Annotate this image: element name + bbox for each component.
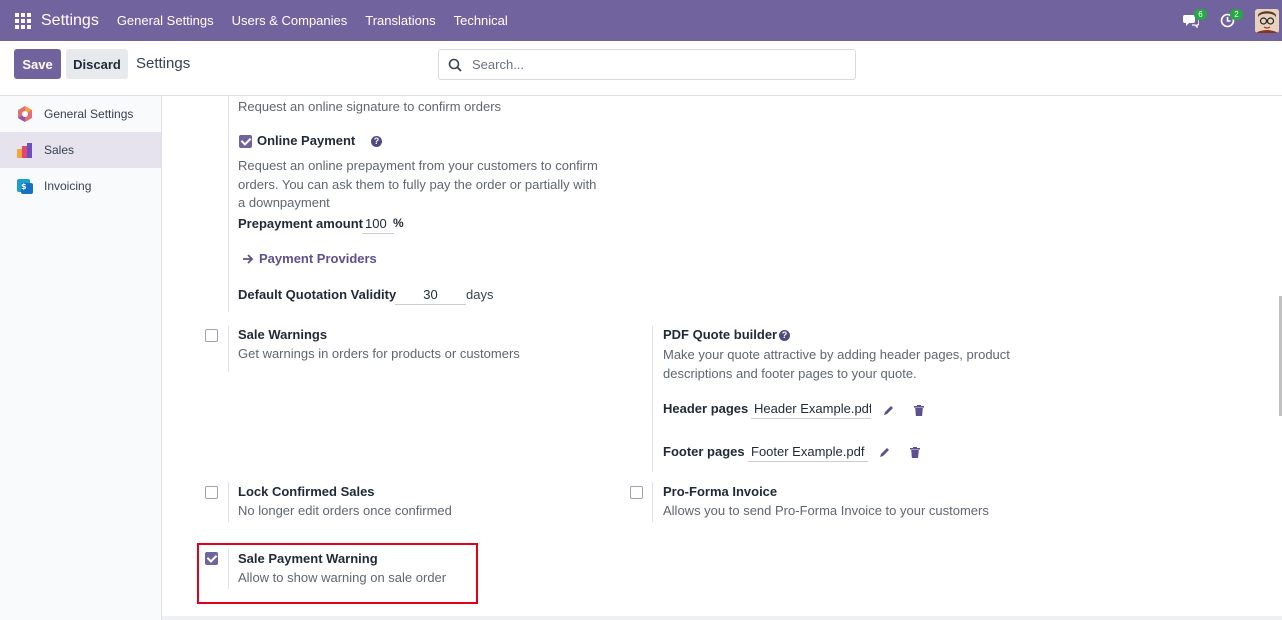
lock-confirmed-sales-label: Lock Confirmed Sales — [238, 484, 375, 499]
payment-providers-link[interactable]: Payment Providers — [259, 250, 377, 268]
pro-forma-invoice-checkbox[interactable] — [630, 486, 643, 499]
search-input[interactable] — [472, 57, 832, 72]
menu-translations[interactable]: Translations — [365, 13, 435, 28]
search-icon — [448, 58, 462, 72]
lock-confirmed-sales-description: No longer edit orders once confirmed — [238, 503, 452, 518]
signature-description: Request an online signature to confirm o… — [238, 99, 502, 114]
setting-divider — [652, 326, 653, 472]
settings-sidebar: General Settings Sales $ Invoicing — [0, 96, 162, 620]
content-bottom-edge — [162, 616, 1282, 620]
sale-warnings-checkbox[interactable] — [205, 329, 218, 342]
quotation-validity-unit: days — [466, 287, 494, 302]
search-box[interactable] — [438, 49, 856, 80]
sale-payment-warning-description: Allow to show warning on sale order — [238, 570, 447, 585]
messages-button[interactable]: 6 — [1173, 0, 1209, 41]
online-payment-desc-line: Request an online prepayment from your c… — [238, 158, 598, 173]
edit-footer-pencil-icon[interactable] — [877, 445, 891, 459]
arrow-right-icon — [242, 253, 254, 265]
discard-button[interactable]: Discard — [66, 49, 128, 79]
footer-pages-file-field[interactable]: Footer Example.pdf — [748, 443, 868, 462]
menu-general-settings[interactable]: General Settings — [117, 13, 214, 28]
messages-count-badge: 6 — [1194, 9, 1207, 20]
sidebar-item-label: General Settings — [44, 107, 134, 121]
online-payment-label: Online Payment — [257, 133, 356, 148]
sidebar-item-invoicing[interactable]: $ Invoicing — [0, 168, 161, 204]
setting-divider — [228, 96, 229, 312]
top-navbar: Settings General Settings Users & Compan… — [0, 0, 1282, 41]
app-brand[interactable]: Settings — [41, 12, 99, 30]
quotation-validity-label: Default Quotation Validity — [238, 287, 397, 302]
control-panel: Save Discard Settings — [0, 41, 1282, 96]
delete-header-trash-icon[interactable] — [912, 403, 926, 417]
sidebar-item-sales[interactable]: Sales — [0, 132, 161, 168]
settings-content: Request an online signature to confirm o… — [162, 96, 1282, 620]
activities-count-badge: 2 — [1230, 9, 1243, 20]
odoo-logo-icon — [18, 106, 32, 122]
activities-button[interactable]: 2 — [1209, 0, 1245, 41]
header-pages-file-field[interactable]: Header Example.pdf — [751, 400, 871, 419]
setting-divider — [228, 326, 229, 372]
invoicing-icon: $ — [17, 179, 33, 194]
sidebar-item-label: Sales — [44, 143, 75, 157]
page-title: Settings — [136, 55, 191, 72]
avatar-face-icon — [1255, 8, 1279, 33]
help-icon[interactable]: ? — [371, 136, 382, 147]
pdf-quote-desc-line: descriptions and footer pages to your qu… — [663, 366, 917, 381]
prepayment-amount-input[interactable]: 100 — [362, 215, 394, 234]
user-avatar[interactable] — [1255, 8, 1279, 33]
pro-forma-invoice-description: Allows you to send Pro-Forma Invoice to … — [663, 503, 989, 518]
lock-confirmed-sales-checkbox[interactable] — [205, 486, 218, 499]
online-payment-checkbox[interactable] — [239, 135, 252, 148]
edit-header-pencil-icon[interactable] — [881, 403, 895, 417]
sale-payment-warning-checkbox[interactable] — [205, 552, 218, 565]
sales-chart-icon — [17, 143, 32, 158]
menu-technical[interactable]: Technical — [454, 13, 508, 28]
pro-forma-invoice-label: Pro-Forma Invoice — [663, 484, 778, 499]
sale-warnings-label: Sale Warnings — [238, 327, 328, 342]
pdf-quote-desc-line: Make your quote attractive by adding hea… — [663, 347, 1010, 362]
apps-menu-icon[interactable] — [15, 12, 31, 29]
prepayment-amount-label: Prepayment amount — [238, 216, 363, 231]
footer-pages-label: Footer pages — [663, 444, 745, 459]
sale-warnings-description: Get warnings in orders for products or c… — [238, 346, 520, 361]
header-pages-label: Header pages — [663, 401, 749, 416]
svg-text:$: $ — [21, 182, 27, 191]
help-icon[interactable]: ? — [779, 330, 790, 341]
sidebar-item-general-settings[interactable]: General Settings — [0, 96, 161, 132]
menu-users-companies[interactable]: Users & Companies — [232, 13, 348, 28]
online-payment-desc-line: a downpayment — [238, 195, 330, 210]
online-payment-desc-line: orders. You can ask them to fully pay th… — [238, 177, 597, 192]
sidebar-item-label: Invoicing — [44, 179, 92, 193]
quotation-validity-input[interactable]: 30 — [395, 286, 466, 305]
delete-footer-trash-icon[interactable] — [908, 445, 922, 459]
prepayment-unit: % — [393, 216, 404, 230]
setting-divider — [652, 482, 653, 522]
save-button[interactable]: Save — [14, 49, 61, 79]
pdf-quote-builder-label: PDF Quote builder — [663, 327, 778, 342]
setting-divider — [228, 482, 229, 522]
sale-payment-warning-label: Sale Payment Warning — [238, 551, 378, 566]
